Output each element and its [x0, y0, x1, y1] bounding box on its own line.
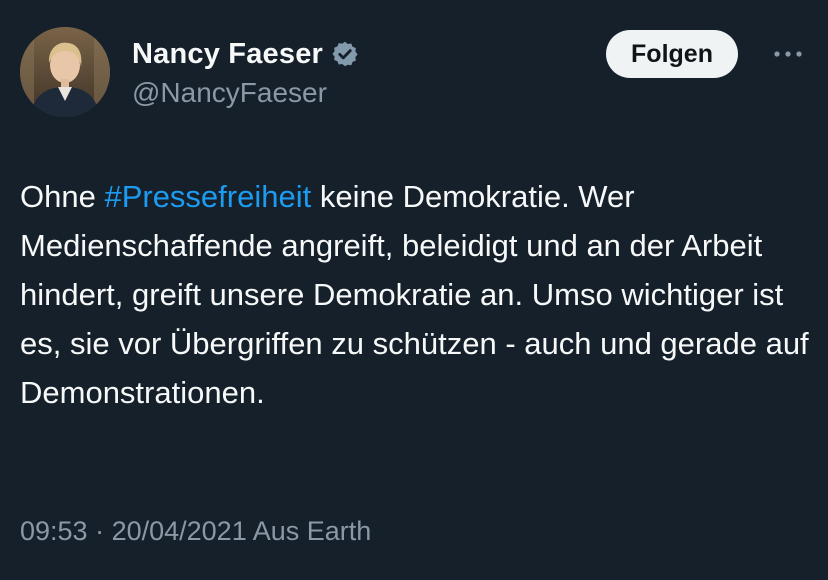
- meta-separator: ·: [87, 516, 112, 546]
- hashtag-link[interactable]: #Pressefreiheit: [104, 179, 311, 214]
- tweet-text-start: Ohne: [20, 179, 105, 214]
- avatar-image: [20, 27, 110, 117]
- tweet-text: Ohne #Pressefreiheit keine Demokratie. W…: [20, 172, 810, 417]
- display-name[interactable]: Nancy Faeser: [132, 38, 323, 71]
- follow-button[interactable]: Folgen: [606, 30, 738, 78]
- tweet-metadata: 09:53 · 20/04/2021 Aus Earth: [20, 516, 371, 547]
- user-handle[interactable]: @NancyFaeser: [132, 77, 808, 109]
- more-options-icon[interactable]: [768, 34, 808, 74]
- verified-badge-icon: [331, 40, 359, 68]
- tweet-time[interactable]: 09:53: [20, 516, 88, 546]
- tweet-header: Nancy Faeser @NancyFaeser Folgen: [20, 26, 808, 118]
- tweet-date[interactable]: 20/04/2021: [112, 516, 247, 546]
- tweet-location: Aus Earth: [246, 516, 372, 546]
- tweet-card: Nancy Faeser @NancyFaeser Folgen Ohne #P…: [0, 0, 828, 580]
- avatar[interactable]: [20, 27, 110, 117]
